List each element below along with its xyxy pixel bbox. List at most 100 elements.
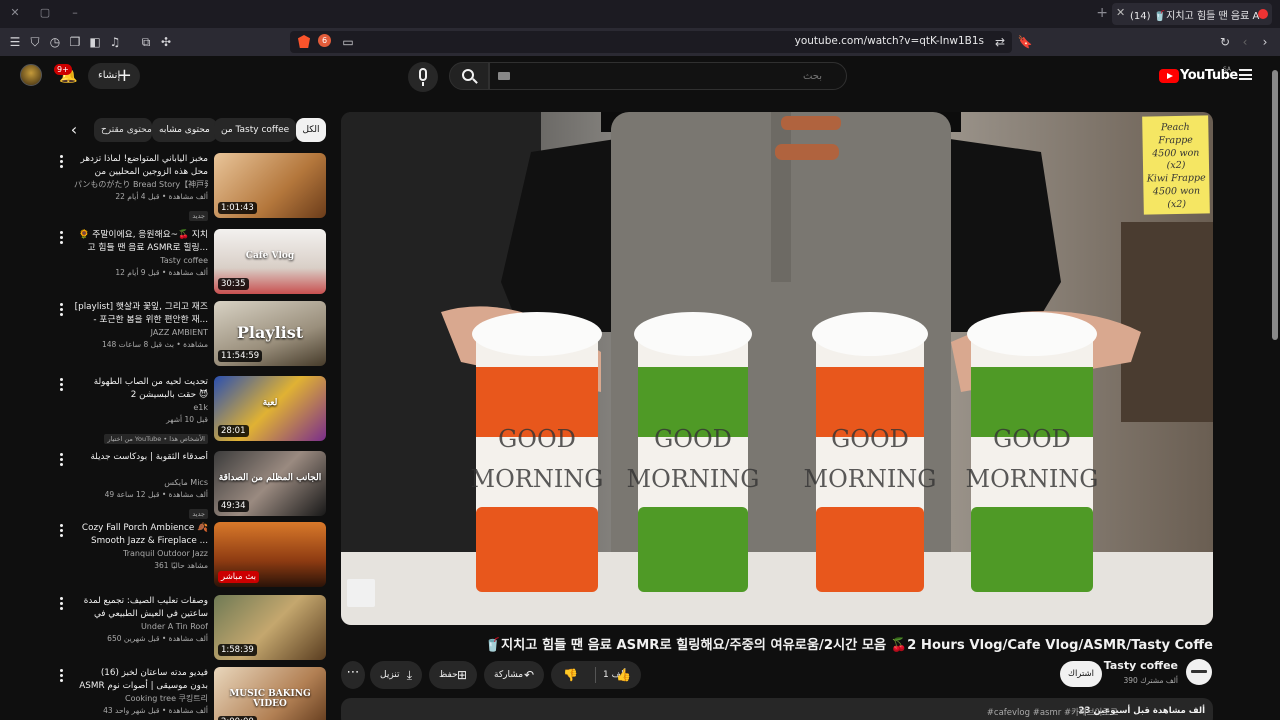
recommendation-text[interactable]: أصدقاء الثقوبة | بودكاست جديلة مايكس Mics… [74, 451, 208, 520]
like-icon[interactable]: 👍 [616, 661, 631, 689]
hashtags[interactable]: #cafevlog #asmr #카페브이로그 [987, 706, 1118, 718]
forward-icon[interactable]: › [1257, 34, 1273, 50]
history-icon[interactable]: ◷ [47, 34, 63, 50]
recommendation-channel[interactable]: Cooking tree 쿠킹트리 [74, 693, 208, 705]
more-options-icon[interactable] [60, 231, 64, 245]
brave-icon[interactable] [298, 35, 310, 48]
dislike-icon[interactable]: 👎 [563, 661, 578, 689]
bookmark-icon[interactable]: 🔖 [1017, 34, 1033, 50]
recommendation-thumbnail[interactable]: Cafe Vlog 30:35 [214, 229, 326, 294]
youtube-logo[interactable]: YouTube [1159, 68, 1238, 86]
chip-from-channel[interactable]: من Tasty coffee [214, 118, 297, 142]
close-window-icon[interactable]: ✕ [8, 6, 22, 20]
more-options-icon[interactable] [60, 669, 64, 683]
recommendation-item[interactable]: Cozy Fall Porch Ambience 🍂 Smooth Jazz &… [56, 522, 326, 588]
more-options-icon[interactable] [60, 303, 64, 317]
recommendation-title[interactable]: تحديت لحيه من الصاب الطهولة حقت بالبسيشن… [74, 376, 208, 402]
tab-close-icon[interactable]: ✕ [1116, 6, 1125, 19]
recommendation-channel[interactable]: Under A Tin Roof [74, 621, 208, 633]
page-scrollbar[interactable] [1270, 56, 1280, 720]
recommendation-item[interactable]: وصفات تعليب الصيف: تجميع لمدة ساعتين في … [56, 595, 326, 661]
search-button[interactable] [449, 62, 489, 90]
recommendation-channel[interactable]: JAZZ AMBIENT [74, 327, 208, 339]
download-button[interactable]: تنزيل ⤓ [370, 661, 422, 689]
channel-watermark[interactable] [347, 579, 375, 607]
music-icon[interactable]: ♫ [107, 34, 123, 50]
chevron-left-icon[interactable]: ‹ [64, 120, 84, 140]
minimize-window-icon[interactable]: – [68, 6, 82, 20]
recommendation-title[interactable]: وصفات تعليب الصيف: تجميع لمدة ساعتين في … [74, 595, 208, 621]
recommendation-thumbnail[interactable]: 1:01:43 [214, 153, 326, 218]
guide-menu-icon[interactable] [1239, 69, 1252, 80]
recommendation-text[interactable]: Cozy Fall Porch Ambience 🍂 Smooth Jazz &… [74, 522, 208, 572]
share-button[interactable]: مشاركة ↶ [484, 661, 544, 689]
search-input[interactable] [489, 62, 847, 90]
keyboard-icon[interactable] [498, 72, 510, 80]
tab-audio-icon[interactable] [1258, 9, 1268, 19]
recommendation-text[interactable]: (16) فيديو مدته ساعتان لخبز ASMR بدون مو… [74, 667, 208, 717]
recommendation-item[interactable]: أصدقاء الثقوبة | بودكاست جديلة مايكس Mics… [56, 451, 326, 520]
account-avatar[interactable] [20, 64, 42, 86]
recommendation-thumbnail[interactable]: الجانب المظلم من الصداقة 49:34 [214, 451, 326, 516]
recommendation-title[interactable]: (16) فيديو مدته ساعتان لخبز ASMR بدون مو… [74, 667, 208, 693]
recommendation-title[interactable]: أصدقاء الثقوبة | بودكاست جديلة [74, 451, 208, 477]
recommendation-item[interactable]: مخبز الياباني المتواضع! لماذا تزدهر محل … [56, 153, 326, 222]
save-button[interactable]: حفظ ⊞ [429, 661, 477, 689]
sidebar-icon[interactable]: ◧ [87, 34, 103, 50]
channel-name[interactable]: Tasty coffee [1104, 659, 1178, 672]
recommendation-item[interactable]: تحديت لحيه من الصاب الطهولة حقت بالبسيشن… [56, 376, 326, 445]
maximize-window-icon[interactable]: ▢ [38, 6, 52, 20]
create-button[interactable]: إنشاء + [88, 63, 140, 89]
scrollbar-thumb[interactable] [1272, 70, 1278, 340]
recommendation-channel[interactable]: مايكس Mics [74, 477, 208, 489]
recommendation-title[interactable]: 🌻 주말이에요, 응원해요~🍒 지치고 힘들 땐 음료 ASMR로 힐링... [74, 229, 209, 255]
voice-search-button[interactable] [408, 62, 438, 92]
extensions-icon[interactable]: ✣ [158, 34, 174, 50]
recommendation-channel[interactable]: Tasty coffee [74, 255, 208, 267]
description-box[interactable]: 23 ألف مشاهدة قبل أسبوعين #cafevlog #asm… [341, 698, 1213, 720]
subscribe-button[interactable]: اشتراك [1060, 661, 1102, 687]
back-icon[interactable]: ‹ [1237, 34, 1253, 50]
chip-recommended[interactable]: محتوى مقترح [94, 118, 152, 142]
more-options-icon[interactable] [60, 453, 64, 467]
chip-all[interactable]: الكل [296, 118, 326, 142]
menu-icon[interactable]: ☰ [7, 34, 23, 50]
recommendation-item[interactable]: [playlist] 햇살과 꽃잎, 그리고 재즈 - 포근한 봄을 위한 편안… [56, 301, 326, 367]
browser-tab[interactable]: ✕ (14) 🥤지치고 힘들 땐 음료 A [1112, 3, 1272, 25]
recommendation-channel[interactable]: e1k [74, 402, 208, 414]
recommendation-thumbnail[interactable]: بث مباشر [214, 522, 326, 587]
recommendation-text[interactable]: وصفات تعليب الصيف: تجميع لمدة ساعتين في … [74, 595, 208, 645]
recommendation-channel[interactable]: Tranquil Outdoor Jazz [74, 548, 208, 560]
tabs-icon[interactable]: ❐ [67, 34, 83, 50]
reload-icon[interactable]: ↻ [1217, 34, 1233, 50]
url-text[interactable]: youtube.com/watch?v=qtK-Inw1B1s [795, 35, 984, 47]
shield-count-badge[interactable]: 6 [318, 34, 331, 47]
video-player[interactable]: GOOD MORNING GOOD MORNING GOOD MORNING GOOD MOR… [341, 112, 1213, 625]
recommendation-title[interactable]: [playlist] 햇살과 꽃잎, 그리고 재즈 - 포근한 봄을 위한 편안… [74, 301, 208, 327]
shield-icon[interactable]: ⛉ [27, 34, 43, 50]
recommendation-text[interactable]: 🌻 주말이에요, 응원해요~🍒 지치고 힘들 땐 음료 ASMR로 힐링... T… [74, 229, 209, 279]
recommendation-channel[interactable]: パンものがたり Bread Story【神戸発... [74, 179, 208, 191]
channel-avatar[interactable] [1186, 659, 1212, 685]
new-tab-icon[interactable]: + [1096, 5, 1108, 21]
more-options-icon[interactable] [60, 524, 64, 538]
recommendation-title[interactable]: Cozy Fall Porch Ambience 🍂 Smooth Jazz &… [74, 522, 208, 548]
recommendation-item[interactable]: 🌻 주말이에요, 응원해요~🍒 지치고 힘들 땐 음료 ASMR로 힐링... T… [56, 229, 326, 295]
recommendation-thumbnail[interactable]: MUSIC BAKING VIDEO 2:00:00 [214, 667, 326, 720]
more-options-icon[interactable] [60, 378, 64, 392]
recommendation-text[interactable]: مخبز الياباني المتواضع! لماذا تزدهر محل … [74, 153, 208, 222]
more-actions-button[interactable]: ⋯ [341, 661, 365, 689]
translate-icon[interactable]: ⇄ [992, 34, 1008, 50]
recommendation-title[interactable]: مخبز الياباني المتواضع! لماذا تزدهر محل … [74, 153, 208, 179]
chip-related[interactable]: محتوى مشابه [152, 118, 217, 142]
more-options-icon[interactable] [60, 155, 64, 169]
reader-mode-icon[interactable]: ▭ [340, 34, 356, 50]
recommendation-thumbnail[interactable]: لعبة 28:01 [214, 376, 326, 441]
recommendation-text[interactable]: تحديت لحيه من الصاب الطهولة حقت بالبسيشن… [74, 376, 208, 445]
screenshot-icon[interactable]: ⧉ [138, 34, 154, 50]
recommendation-thumbnail[interactable]: Playlist 11:54:59 [214, 301, 326, 366]
more-options-icon[interactable] [60, 597, 64, 611]
recommendation-thumbnail[interactable]: 1:58:39 [214, 595, 326, 660]
recommendation-text[interactable]: [playlist] 햇살과 꽃잎, 그리고 재즈 - 포근한 봄을 위한 편안… [74, 301, 208, 351]
address-bar[interactable]: 6 ▭ youtube.com/watch?v=qtK-Inw1B1s ⇄ [290, 31, 1012, 53]
